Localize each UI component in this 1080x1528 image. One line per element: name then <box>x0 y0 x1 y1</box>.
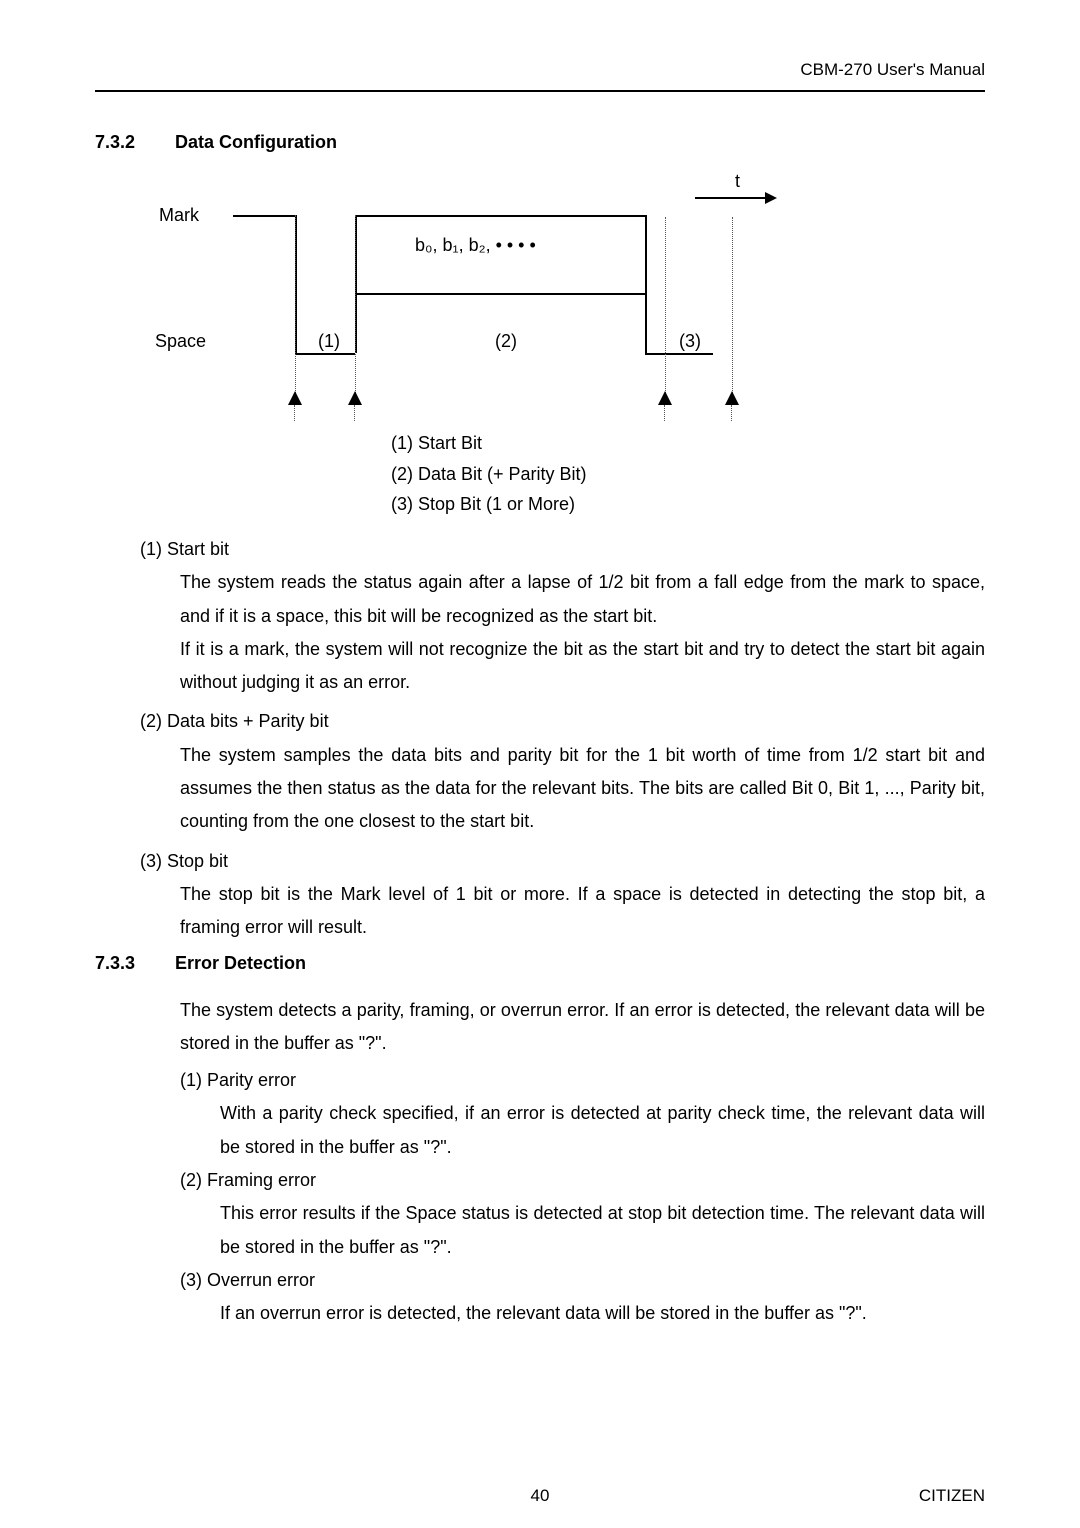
item-parity-error: (1) Parity error <box>180 1064 985 1097</box>
wave-line <box>233 215 295 217</box>
item-overrun-error: (3) Overrun error <box>180 1264 985 1297</box>
wave-line <box>355 293 645 295</box>
region-2-label: (2) <box>495 331 517 352</box>
para-framing-error: This error results if the Space status i… <box>220 1197 985 1264</box>
para-overrun-error: If an overrun error is detected, the rel… <box>220 1297 985 1330</box>
up-arrow-icon <box>725 391 739 405</box>
section-title-error-detection: Error Detection <box>175 953 306 974</box>
space-label: Space <box>155 331 206 352</box>
up-arrow-icon <box>348 391 362 405</box>
item-start-bit: (1) Start bit <box>140 533 985 566</box>
timing-diagram: Mark Space t b₀, b₁, b₂, • • • • (1) (2)… <box>125 173 845 513</box>
region-3-label: (3) <box>679 331 701 352</box>
caption-2: (2) Data Bit (+ Parity Bit) <box>391 459 587 490</box>
para-start-bit-1: The system reads the status again after … <box>180 566 985 633</box>
para-start-bit-2: If it is a mark, the system will not rec… <box>180 633 985 700</box>
wave-line <box>645 353 713 355</box>
t-label: t <box>735 171 740 192</box>
dashed-line <box>732 217 733 405</box>
section-number-732: 7.3.2 <box>95 132 175 153</box>
section-title-data-config: Data Configuration <box>175 132 337 153</box>
page-number: 40 <box>531 1486 550 1506</box>
bits-label: b₀, b₁, b₂, • • • • <box>415 235 536 256</box>
wave-line <box>645 293 647 353</box>
para-error-intro: The system detects a parity, framing, or… <box>180 994 985 1061</box>
arrow-right-icon <box>695 197 775 199</box>
item-stop-bit: (3) Stop bit <box>140 845 985 878</box>
dashed-line <box>295 215 296 405</box>
para-stop-bit-1: The stop bit is the Mark level of 1 bit … <box>180 878 985 945</box>
wave-line <box>355 215 645 217</box>
mark-label: Mark <box>159 205 199 226</box>
caption-3: (3) Stop Bit (1 or More) <box>391 489 587 520</box>
brand-label: CITIZEN <box>919 1486 985 1506</box>
wave-line <box>295 353 355 355</box>
para-parity-error: With a parity check specified, if an err… <box>220 1097 985 1164</box>
section-number-733: 7.3.3 <box>95 953 175 974</box>
para-data-bits-1: The system samples the data bits and par… <box>180 739 985 839</box>
up-arrow-icon <box>658 391 672 405</box>
up-arrow-icon <box>288 391 302 405</box>
dashed-line <box>355 215 356 405</box>
dashed-line <box>665 217 666 405</box>
region-1-label: (1) <box>318 331 340 352</box>
diagram-caption: (1) Start Bit (2) Data Bit (+ Parity Bit… <box>391 428 587 520</box>
header-title: CBM-270 User's Manual <box>95 60 985 80</box>
caption-1: (1) Start Bit <box>391 428 587 459</box>
header-divider <box>95 90 985 92</box>
item-framing-error: (2) Framing error <box>180 1164 985 1197</box>
item-data-bits: (2) Data bits + Parity bit <box>140 705 985 738</box>
